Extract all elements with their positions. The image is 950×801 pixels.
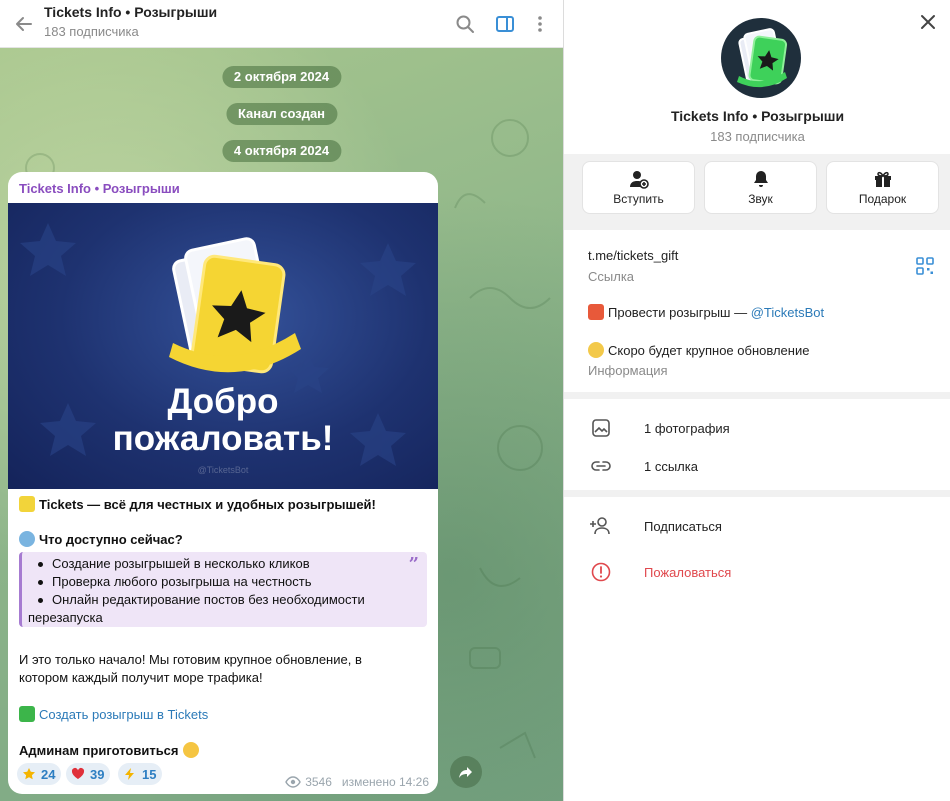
panel-subscriber-count: 183 подписчика xyxy=(710,129,805,144)
more-menu-button[interactable] xyxy=(525,9,555,39)
link-emoji-icon xyxy=(19,531,35,547)
service-message: Канал создан xyxy=(225,103,338,125)
features-heading: Что доступно сейчас? xyxy=(39,532,183,547)
gift-emoji-icon xyxy=(588,304,604,320)
subscribe-icon xyxy=(589,514,613,538)
create-giveaway-line: Создать розыгрыш в Tickets xyxy=(19,706,208,722)
sound-label: Звук xyxy=(748,192,773,206)
channel-post: Tickets Info • Розыгрыши Добро пожаловат… xyxy=(8,172,438,794)
intro-line: Tickets — всё для честных и удобных розы… xyxy=(19,496,376,512)
chat-title[interactable]: Tickets Info • Розыгрыши xyxy=(44,4,217,20)
report-button[interactable]: Пожаловаться xyxy=(644,565,731,580)
channel-link[interactable]: t.me/tickets_gift xyxy=(588,248,678,263)
dizzy-emoji-icon xyxy=(588,342,604,358)
divider xyxy=(564,490,950,497)
photo-icon xyxy=(589,416,613,440)
post-image[interactable]: Добро пожаловать! @TicketsBot xyxy=(8,203,438,489)
media-photos[interactable]: 1 фотография xyxy=(644,421,730,436)
qr-code-button[interactable] xyxy=(913,254,937,278)
panel-title: Tickets Info • Розыгрыши xyxy=(670,108,845,124)
quote-item: Проверка любого розыгрыша на честность xyxy=(37,574,312,589)
reaction-count: 24 xyxy=(41,766,56,782)
more-vertical-icon xyxy=(538,16,542,32)
search-icon xyxy=(456,15,474,33)
action-buttons: Вступить Звук Подарок xyxy=(564,154,950,230)
banner-title-line1: Добро xyxy=(167,382,279,421)
gift-icon xyxy=(874,171,891,187)
banner-watermark: @TicketsBot xyxy=(197,465,249,475)
media-links[interactable]: 1 ссылка xyxy=(644,459,698,474)
gift-label: Подарок xyxy=(858,192,907,206)
close-icon xyxy=(921,15,935,29)
features-heading-line: Что доступно сейчас? xyxy=(19,531,183,547)
about-line-update: Скоро будет крупное обновление xyxy=(588,342,809,358)
channel-avatar[interactable] xyxy=(721,18,801,98)
about-line-giveaway: Провести розыгрыш — @TicketsBot xyxy=(588,304,824,320)
link-icon xyxy=(589,454,613,478)
reaction-lightning[interactable]: 15 xyxy=(118,763,163,785)
paragraph-line: И это только начало! Мы готовим крупное … xyxy=(19,652,362,667)
create-giveaway-link[interactable]: Создать розыгрыш в Tickets xyxy=(39,707,208,722)
edited-time: изменено 14:26 xyxy=(341,775,429,789)
quote-item-continuation: перезапуска xyxy=(28,610,103,625)
closing-text: Админам приготовиться xyxy=(19,743,179,758)
chat-subscriber-count: 183 подписчика xyxy=(44,24,139,39)
search-button[interactable] xyxy=(450,9,480,39)
intro-text: Tickets — всё для честных и удобных розы… xyxy=(39,497,376,512)
report-icon xyxy=(589,560,613,584)
bot-mention-link[interactable]: @TicketsBot xyxy=(751,305,824,320)
feature-quote: ” Создание розыгрышей в несколько кликов… xyxy=(19,552,427,627)
channel-info-panel: Tickets Info • Розыгрыши 183 подписчика … xyxy=(563,0,950,801)
arrow-left-icon xyxy=(16,17,32,31)
join-button[interactable]: Вступить xyxy=(582,161,695,214)
ticket-logo-icon xyxy=(737,28,788,88)
reaction-count: 15 xyxy=(142,766,157,782)
reaction-star[interactable]: 24 xyxy=(17,763,62,785)
reaction-count: 39 xyxy=(90,766,105,782)
toggle-sidebar-button[interactable] xyxy=(490,9,520,39)
back-button[interactable] xyxy=(8,8,40,40)
share-button[interactable] xyxy=(450,756,482,788)
add-user-icon xyxy=(629,171,649,189)
eye-icon xyxy=(285,776,301,788)
about-caption: Информация xyxy=(588,363,668,378)
chat-area: Tickets Info • Розыгрыши 183 подписчика … xyxy=(0,0,563,801)
heart-icon xyxy=(70,766,86,782)
ticket-emoji-icon xyxy=(19,496,35,512)
channel-link-caption: Ссылка xyxy=(588,269,635,284)
tickets-emoji-icon xyxy=(19,706,35,722)
post-author[interactable]: Tickets Info • Розыгрыши xyxy=(19,181,180,196)
qr-code-icon xyxy=(916,257,934,275)
banner-title-line2: пожаловать! xyxy=(112,419,334,458)
post-meta: 3546 изменено 14:26 xyxy=(285,775,429,789)
reaction-heart[interactable]: 39 xyxy=(66,763,111,785)
gift-button[interactable]: Подарок xyxy=(826,161,939,214)
divider xyxy=(564,392,950,399)
star-icon xyxy=(21,766,37,782)
date-separator: 4 октября 2024 xyxy=(221,140,342,162)
about-text: Скоро будет крупное обновление xyxy=(608,343,810,358)
paragraph-line: котором каждый получит море трафика! xyxy=(19,670,263,685)
subscribe-button[interactable]: Подписаться xyxy=(644,519,722,534)
closing-line: Админам приготовиться xyxy=(19,742,203,758)
chat-header: Tickets Info • Розыгрыши 183 подписчика xyxy=(0,0,563,48)
join-label: Вступить xyxy=(613,192,664,206)
date-separator: 2 октября 2024 xyxy=(221,66,342,88)
sidebar-icon xyxy=(496,16,514,32)
quote-item: Создание розыгрышей в несколько кликов xyxy=(38,556,310,571)
bell-icon xyxy=(753,171,768,187)
close-panel-button[interactable] xyxy=(914,8,942,36)
hugging-emoji-icon xyxy=(182,742,199,758)
share-icon xyxy=(459,767,472,778)
quote-icon: ” xyxy=(408,554,419,575)
view-count: 3546 xyxy=(305,775,332,789)
lightning-icon xyxy=(122,766,138,782)
quote-item: Онлайн редактирование постов без необход… xyxy=(38,592,365,607)
sound-button[interactable]: Звук xyxy=(704,161,817,214)
about-text: Провести розыгрыш — xyxy=(608,305,751,320)
